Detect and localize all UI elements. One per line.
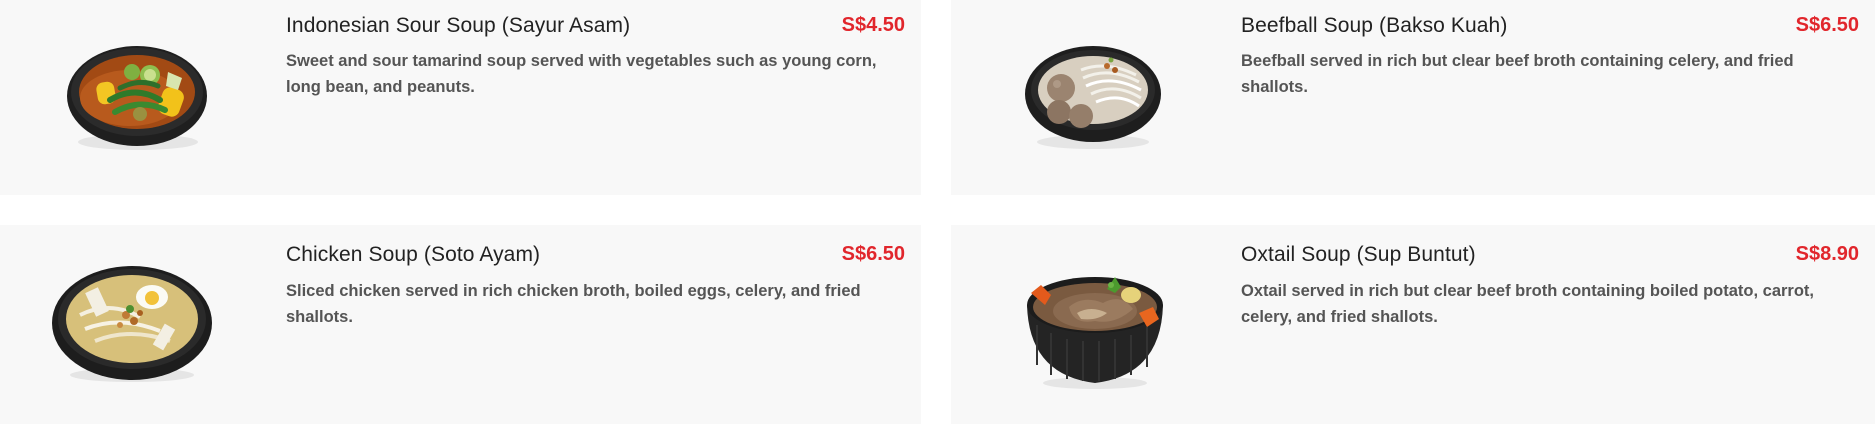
menu-item-name: Indonesian Sour Soup (Sayur Asam) [286, 14, 631, 37]
menu-grid: Indonesian Sour Soup (Sayur Asam) S$4.50… [0, 0, 1875, 424]
menu-item-card[interactable]: Indonesian Sour Soup (Sayur Asam) S$4.50… [0, 0, 921, 195]
menu-item-description: Sliced chicken served in rich chicken br… [286, 282, 861, 326]
menu-item-card[interactable]: Oxtail Soup (Sup Buntut) S$8.90 Oxtail s… [951, 225, 1875, 424]
beefball-soup-bowl-icon[interactable] [1011, 30, 1191, 165]
menu-item-name: Oxtail Soup (Sup Buntut) [1241, 243, 1476, 266]
menu-item-price: S$4.50 [841, 14, 905, 36]
menu-item-card[interactable]: Beefball Soup (Bakso Kuah) S$6.50 Beefba… [951, 0, 1875, 195]
menu-item-description: Sweet and sour tamarind soup served with… [286, 52, 877, 96]
menu-item-description: Oxtail served in rich but clear beef bro… [1241, 282, 1815, 326]
menu-item-description: Beefball served in rich but clear beef b… [1241, 52, 1794, 96]
chicken-soup-bowl-icon[interactable] [40, 255, 220, 390]
menu-item-price: S$8.90 [1795, 243, 1859, 265]
sour-soup-bowl-icon[interactable] [40, 30, 220, 165]
menu-item-price: S$6.50 [841, 243, 905, 265]
menu-item-name: Beefball Soup (Bakso Kuah) [1241, 14, 1508, 37]
menu-item-price: S$6.50 [1795, 14, 1859, 36]
menu-item-name: Chicken Soup (Soto Ayam) [286, 243, 541, 266]
menu-item-card[interactable]: Chicken Soup (Soto Ayam) S$6.50 Sliced c… [0, 225, 921, 424]
oxtail-soup-bowl-icon[interactable] [1011, 255, 1191, 390]
